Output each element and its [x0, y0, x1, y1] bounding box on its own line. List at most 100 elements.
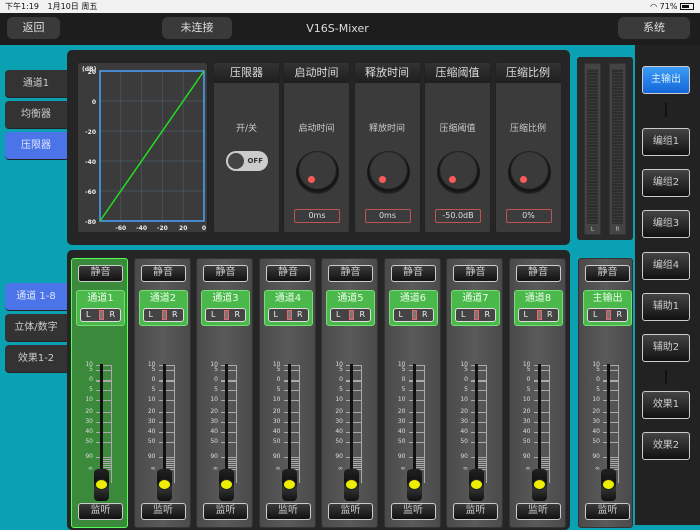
connection-button[interactable]: 未连接 — [162, 17, 232, 39]
channel-name[interactable]: 通道1 LR — [76, 290, 125, 326]
fader-track[interactable] — [607, 364, 610, 484]
bus-button-0[interactable]: 主输出 — [642, 66, 690, 94]
mute-button[interactable]: 静音 — [203, 265, 248, 282]
pan-handle[interactable] — [411, 310, 417, 320]
channel-name[interactable]: 通道7 LR — [451, 290, 500, 326]
fader-track[interactable] — [287, 364, 291, 484]
channel-name[interactable]: 通道3 LR — [201, 290, 250, 326]
mute-button[interactable]: 静音 — [390, 265, 436, 282]
pan-handle[interactable] — [536, 310, 542, 320]
card-title: 启动时间 — [284, 63, 349, 83]
tab-tabs_bottom-2[interactable]: 效果1-2 — [5, 345, 67, 373]
scale-label: 20 — [335, 408, 343, 415]
channel-name[interactable]: 通道2 LR — [138, 290, 188, 326]
param-value[interactable]: 0ms — [364, 209, 411, 223]
bus-button-5[interactable]: 辅助1 — [642, 293, 690, 321]
bus-button-8[interactable]: 效果2 — [642, 432, 690, 460]
monitor-button[interactable]: 监听 — [515, 503, 561, 520]
param-knob[interactable] — [507, 151, 551, 194]
pan-control[interactable]: LR — [80, 308, 121, 322]
param-knob[interactable] — [296, 151, 339, 194]
channel-name[interactable]: 通道8 LR — [513, 290, 563, 326]
monitor-button[interactable]: 监听 — [453, 503, 498, 520]
bus-button-1[interactable]: 编组1 — [642, 128, 690, 156]
mute-button[interactable]: 静音 — [585, 265, 630, 282]
fader-handle[interactable] — [94, 469, 109, 501]
fader-handle[interactable] — [469, 469, 484, 501]
pan-control[interactable]: LR — [142, 308, 184, 322]
fader-track[interactable] — [162, 364, 166, 484]
limiter-toggle[interactable]: OFF — [226, 151, 268, 171]
pan-handle[interactable] — [286, 310, 292, 320]
bus-button-7[interactable]: 效果1 — [642, 391, 690, 419]
mute-button[interactable]: 静音 — [140, 265, 186, 282]
scale-label: 90 — [272, 453, 281, 460]
param-value[interactable]: 0ms — [294, 209, 340, 223]
tab-tabs_top-0[interactable]: 通道1 — [5, 70, 67, 98]
tab-tabs_bottom-1[interactable]: 立体/数字 — [5, 314, 67, 342]
fader-handle[interactable] — [219, 469, 234, 501]
scale-tick — [96, 412, 112, 413]
param-value[interactable]: 0% — [505, 209, 552, 223]
pan-control[interactable]: LR — [205, 308, 246, 322]
pan-handle[interactable] — [224, 310, 229, 320]
param-knob[interactable] — [366, 151, 410, 194]
fader-handle[interactable] — [406, 469, 422, 501]
fader-track[interactable] — [537, 364, 541, 484]
pan-handle[interactable] — [349, 310, 354, 320]
fader-handle[interactable] — [281, 469, 297, 501]
pan-control[interactable]: LR — [330, 308, 371, 322]
card-label: 压缩比例 — [509, 124, 546, 134]
mute-button[interactable]: 静音 — [328, 265, 373, 282]
monitor-button[interactable]: 监听 — [78, 503, 123, 520]
mute-button[interactable]: 静音 — [78, 265, 123, 282]
monitor-button[interactable]: 监听 — [140, 503, 186, 520]
system-button[interactable]: 系统 — [618, 17, 690, 39]
scale-tick — [158, 432, 175, 433]
monitor-button[interactable]: 监听 — [585, 503, 630, 520]
monitor-button[interactable]: 监听 — [203, 503, 248, 520]
mute-button[interactable]: 静音 — [265, 265, 311, 282]
channel-name[interactable]: 主输出 LR — [583, 290, 632, 326]
tab-tabs_bottom-0[interactable]: 通道 1-8 — [5, 283, 67, 311]
pan-control[interactable]: LR — [392, 308, 434, 322]
scale-tick — [408, 412, 425, 413]
channel-name-label: 通道3 — [212, 293, 239, 304]
tab-tabs_top-1[interactable]: 均衡器 — [5, 101, 67, 129]
pan-handle[interactable] — [606, 310, 611, 320]
pan-control[interactable]: LR — [587, 308, 628, 322]
param-card: 压缩比例 压缩比例 0% — [494, 62, 562, 233]
fader-handle[interactable] — [156, 469, 172, 501]
fader-track[interactable] — [350, 364, 353, 484]
bus-button-2[interactable]: 编组2 — [642, 169, 690, 197]
mute-button[interactable]: 静音 — [515, 265, 561, 282]
param-knob[interactable] — [437, 151, 480, 194]
fader-track[interactable] — [100, 364, 103, 484]
param-value[interactable]: -50.0dB — [435, 209, 481, 223]
mute-button[interactable]: 静音 — [453, 265, 498, 282]
monitor-button[interactable]: 监听 — [265, 503, 311, 520]
channel-name[interactable]: 通道5 LR — [326, 290, 375, 326]
pan-control[interactable]: LR — [517, 308, 559, 322]
monitor-button[interactable]: 监听 — [328, 503, 373, 520]
back-button[interactable]: 返回 — [7, 17, 60, 39]
y-tick: -20 — [85, 129, 96, 136]
channel-name[interactable]: 通道6 LR — [388, 290, 438, 326]
bus-button-6[interactable]: 辅助2 — [642, 334, 690, 362]
fader-handle[interactable] — [344, 469, 359, 501]
pan-control[interactable]: LR — [455, 308, 496, 322]
pan-control[interactable]: LR — [267, 308, 309, 322]
fader-track[interactable] — [412, 364, 416, 484]
pan-handle[interactable] — [99, 310, 104, 320]
fader-handle[interactable] — [531, 469, 547, 501]
fader-track[interactable] — [475, 364, 478, 484]
monitor-button[interactable]: 监听 — [390, 503, 436, 520]
pan-handle[interactable] — [161, 310, 167, 320]
channel-name[interactable]: 通道4 LR — [263, 290, 313, 326]
fader-handle[interactable] — [601, 469, 616, 501]
bus-button-3[interactable]: 编组3 — [642, 210, 690, 238]
pan-handle[interactable] — [474, 310, 479, 320]
tab-tabs_top-2[interactable]: 压限器 — [5, 132, 67, 160]
bus-button-4[interactable]: 编组4 — [642, 252, 690, 280]
fader-track[interactable] — [225, 364, 228, 484]
